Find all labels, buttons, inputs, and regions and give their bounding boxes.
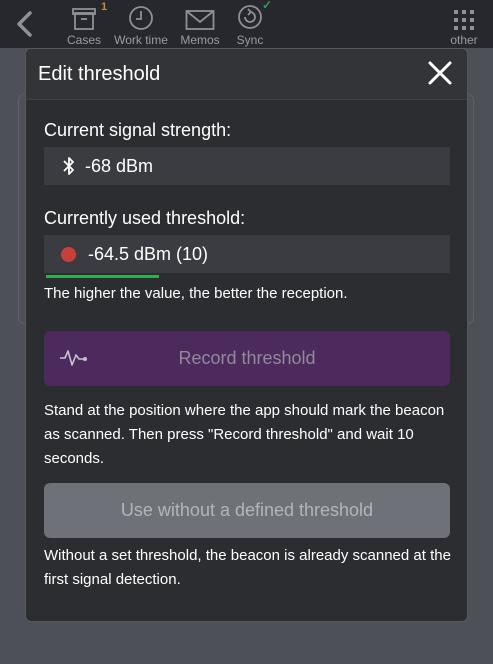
sync-check-icon: ✓ [262, 0, 273, 12]
threshold-label: Currently used threshold: [44, 208, 246, 228]
no-threshold-note: Without a set threshold, the beacon is a… [44, 547, 451, 588]
chevron-left-icon[interactable] [12, 10, 38, 38]
use-without-threshold-label: Use without a defined threshold [120, 500, 374, 520]
grid-icon [454, 10, 474, 30]
signal-strength-field: -68 dBm [44, 147, 450, 185]
record-threshold-button[interactable]: Record threshold [44, 331, 450, 386]
bluetooth-icon [63, 157, 74, 175]
envelope-icon [185, 10, 215, 30]
nav-other-label: other [450, 33, 478, 47]
nav-sync-label: Sync [236, 33, 264, 47]
nav-cases[interactable]: Cases [64, 4, 104, 47]
signal-strength-label: Current signal strength: [44, 120, 232, 140]
nav-other[interactable]: other [442, 4, 486, 47]
signal-strength-value: -68 dBm [85, 155, 154, 176]
nav-work-time-label: Work time [114, 33, 168, 47]
nav-cases-label: Cases [66, 33, 101, 47]
inbox-icon [72, 8, 96, 30]
threshold-status-dot [61, 246, 76, 262]
nav-memos[interactable]: Memos [177, 4, 223, 47]
cases-badge: 1 [101, 1, 108, 13]
top-app-bar: Cases 1 Work time Memos Sync ✓ other [0, 0, 493, 48]
reception-hint: The higher the value, the better the rec… [44, 285, 348, 302]
edit-threshold-dialog: Edit threshold Current signal strength: … [25, 48, 468, 622]
use-without-threshold-button[interactable]: Use without a defined threshold [44, 483, 450, 538]
sync-icon [238, 5, 262, 29]
nav-memos-label: Memos [180, 33, 220, 47]
record-threshold-label: Record threshold [178, 348, 316, 368]
clock-icon [129, 6, 153, 30]
dialog-header: Edit threshold [26, 49, 467, 100]
nav-work-time[interactable]: Work time [111, 4, 171, 47]
record-instructions: Stand at the position where the app shou… [44, 402, 445, 467]
dialog-title: Edit threshold [38, 63, 161, 85]
signal-level-bar [46, 275, 159, 278]
threshold-value: -64.5 dBm (10) [88, 243, 209, 264]
threshold-field: -64.5 dBm (10) [44, 235, 450, 273]
close-icon[interactable] [427, 60, 453, 86]
